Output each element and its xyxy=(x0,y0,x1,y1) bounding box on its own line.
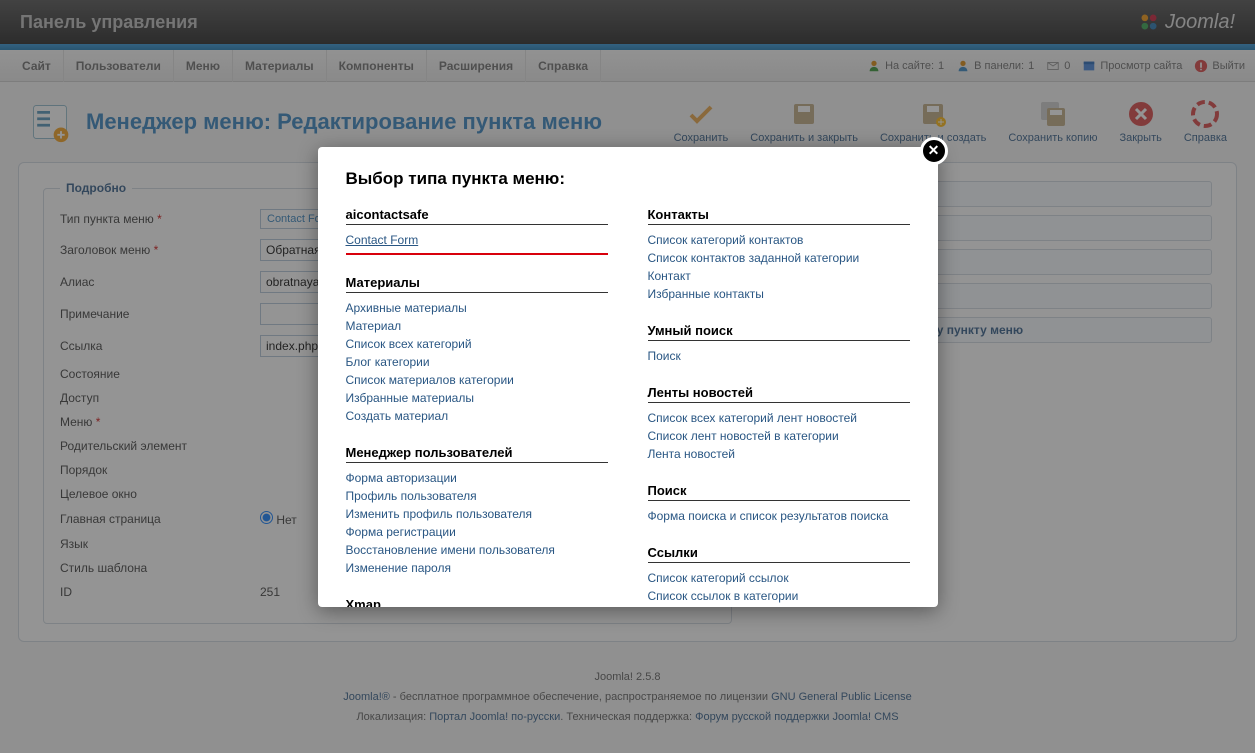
modal-title: Выбор типа пункта меню: xyxy=(346,169,910,189)
modal-type-link[interactable]: Список контактов заданной категории xyxy=(648,249,910,267)
modal-type-link[interactable]: Создать ссылку xyxy=(648,605,910,607)
modal-type-link[interactable]: Список материалов категории xyxy=(346,371,608,389)
modal-type-link[interactable]: Блог категории xyxy=(346,353,608,371)
modal-type-link[interactable]: Список категорий контактов xyxy=(648,231,910,249)
modal-type-link[interactable]: Форма поиска и список результатов поиска xyxy=(648,507,910,525)
modal-type-link[interactable]: Список лент новостей в категории xyxy=(648,427,910,445)
modal-type-link[interactable]: Создать материал xyxy=(346,407,608,425)
modal-type-link[interactable]: Форма регистрации xyxy=(346,523,608,541)
modal-type-link[interactable]: Контакт xyxy=(648,267,910,285)
modal-type-link[interactable]: Список ссылок в категории xyxy=(648,587,910,605)
modal-type-link[interactable]: Список всех категорий лент новостей xyxy=(648,409,910,427)
modal-menu-type: ✕ Выбор типа пункта меню: aicontactsafeC… xyxy=(318,147,938,607)
modal-type-link[interactable]: Избранные контакты xyxy=(648,285,910,303)
modal-section-heading: Xmap xyxy=(346,597,608,607)
modal-section: Умный поиск Поиск xyxy=(648,323,910,365)
modal-section-heading: Ленты новостей xyxy=(648,385,910,403)
modal-col-right: КонтактыСписок категорий контактовСписок… xyxy=(648,207,910,607)
modal-section-heading: Ссылки xyxy=(648,545,910,563)
modal-type-link[interactable]: Лента новостей xyxy=(648,445,910,463)
modal-col-left: aicontactsafe Contact Form Материалы Архивн… xyxy=(346,207,608,607)
modal-type-link[interactable]: Форма авторизации xyxy=(346,469,608,487)
selection-underline xyxy=(346,253,608,255)
modal-section-heading: Менеджер пользователей xyxy=(346,445,608,463)
modal-overlay: ✕ Выбор типа пункта меню: aicontactsafe C… xyxy=(0,0,1255,753)
modal-section: МатериалыАрхивные материалыМатериалСписо… xyxy=(346,275,608,425)
modal-close-button[interactable]: ✕ xyxy=(920,137,948,165)
modal-type-link[interactable]: Профиль пользователя xyxy=(346,487,608,505)
modal-type-link[interactable]: Избранные материалы xyxy=(346,389,608,407)
modal-section: Контакты Список категорий контактовСписок… xyxy=(648,207,910,303)
modal-section-heading: Материалы xyxy=(346,275,608,293)
modal-body: Выбор типа пункта меню: aicontactsafe Con… xyxy=(318,147,938,607)
modal-section: aicontactsafe Contact Form xyxy=(346,207,608,255)
modal-type-link[interactable]: Список всех категорий xyxy=(346,335,608,353)
modal-section-heading: aicontactsafe xyxy=(346,207,608,225)
modal-section-heading: Поиск xyxy=(648,483,910,501)
modal-type-link[interactable]: Список категорий ссылок xyxy=(648,569,910,587)
modal-section-heading: Умный поиск xyxy=(648,323,910,341)
modal-type-link[interactable]: Восстановление имени пользователя xyxy=(346,541,608,559)
modal-section: Менеджер пользователей Форма авторизацииП… xyxy=(346,445,608,577)
modal-type-link[interactable]: Поиск xyxy=(648,347,910,365)
modal-type-link[interactable]: Архивные материалы xyxy=(346,299,608,317)
modal-type-link[interactable]: Contact Form xyxy=(346,231,608,249)
modal-section: Ленты новостей Список всех категорий лент… xyxy=(648,385,910,463)
modal-type-link[interactable]: Изменение пароля xyxy=(346,559,608,577)
modal-section-heading: Контакты xyxy=(648,207,910,225)
modal-section: Ссылки Список категорий ссылокСписок ссыл… xyxy=(648,545,910,607)
modal-type-link[interactable]: Изменить профиль пользователя xyxy=(346,505,608,523)
modal-type-link[interactable]: Материал xyxy=(346,317,608,335)
modal-section: Xmap xyxy=(346,597,608,607)
modal-section: Поиск Форма поиска и список результатов п… xyxy=(648,483,910,525)
